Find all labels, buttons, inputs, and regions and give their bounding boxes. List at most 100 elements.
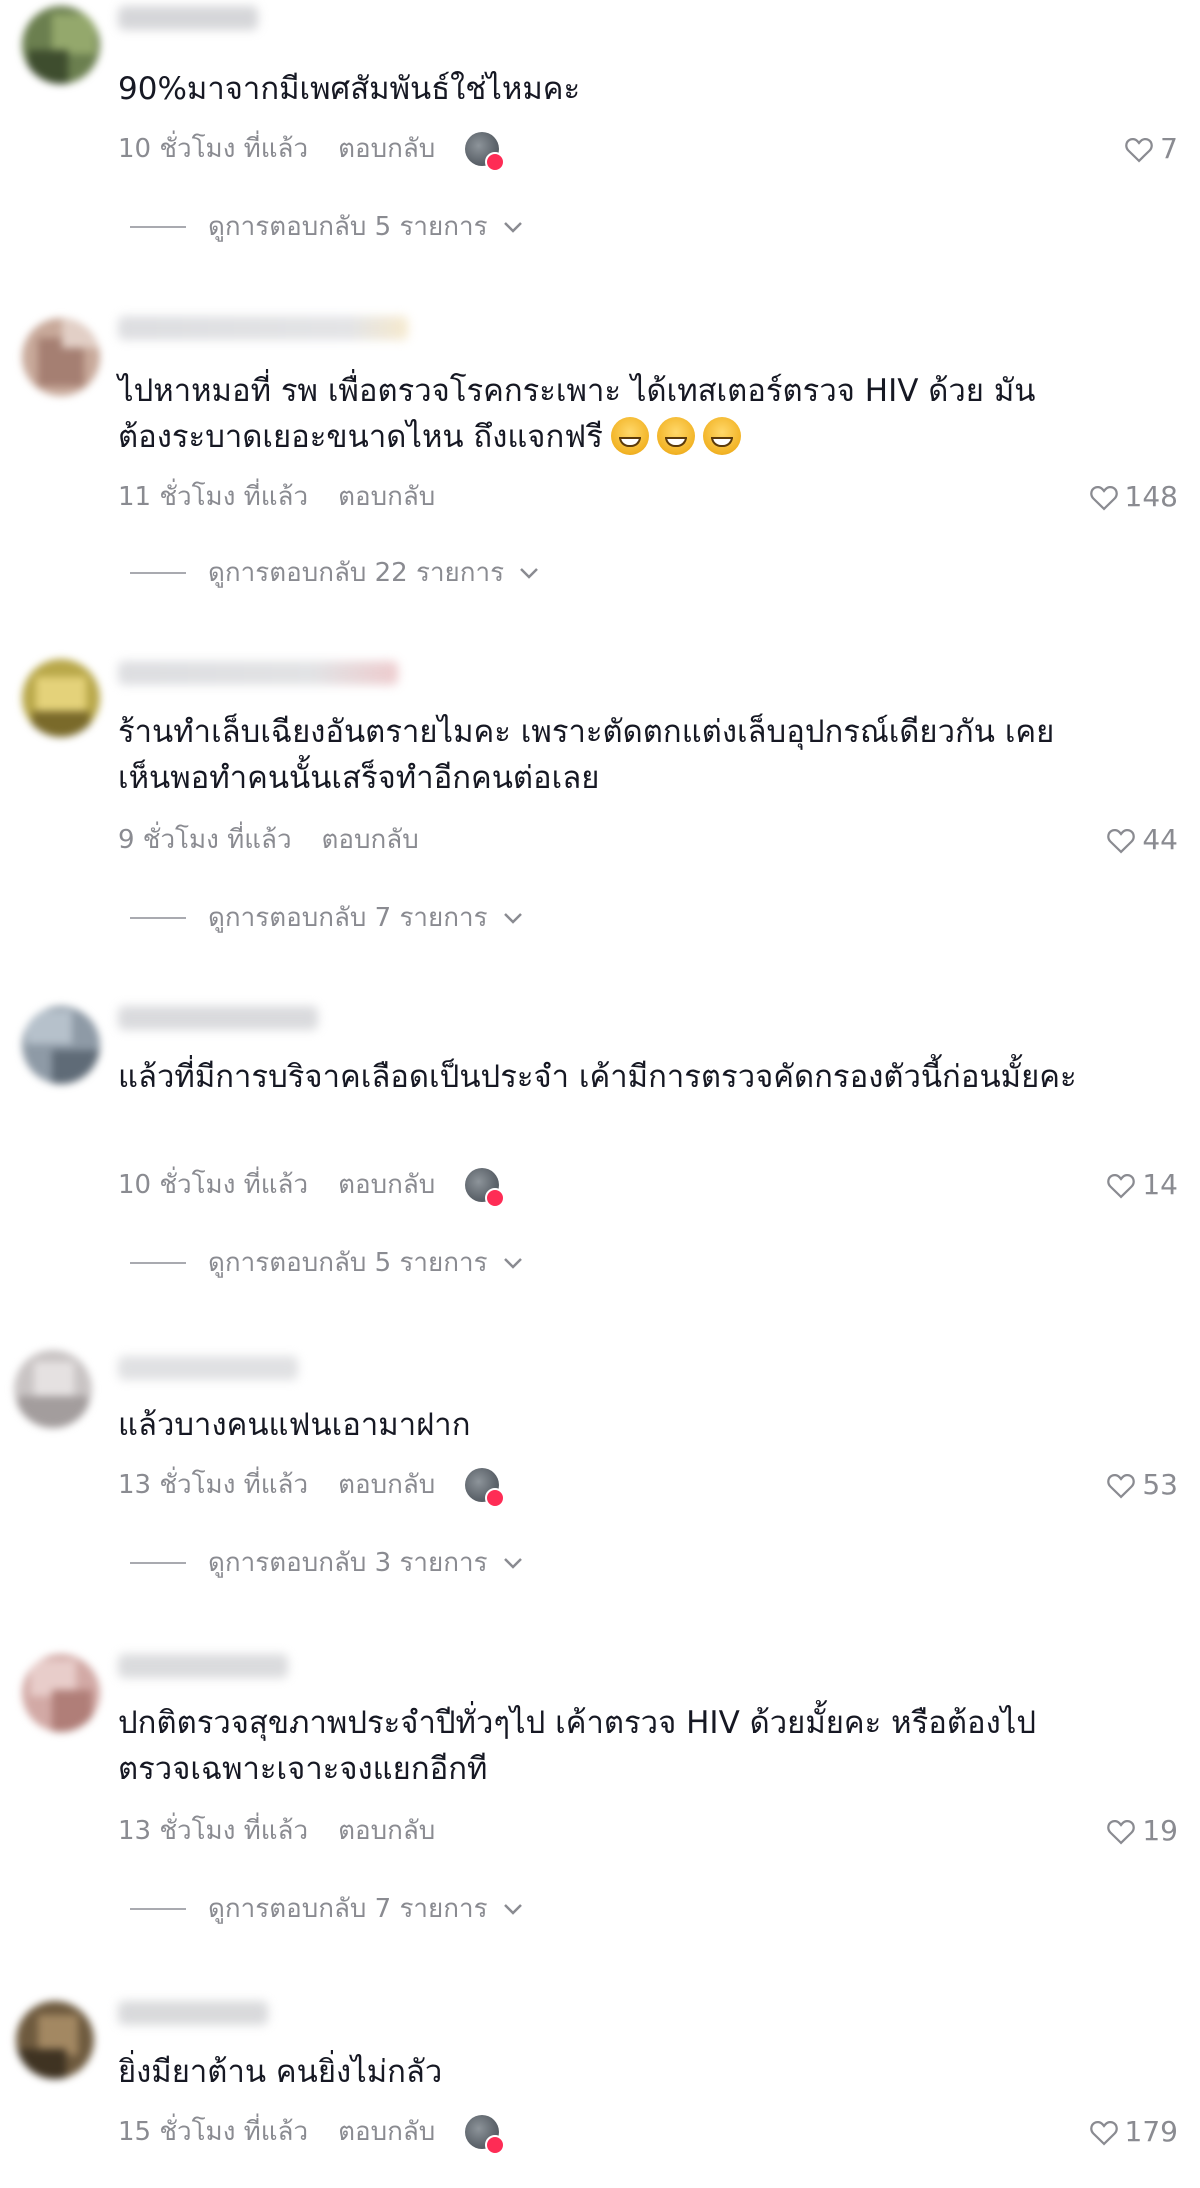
comment-text-content: ไปหาหมอที่ รพ เพื่อตรวจโรคกระเพาะ ได้เทส… (118, 373, 1036, 455)
grinning-sweat-emoji (610, 417, 649, 455)
comment-text: ยิ่งมียาต้าน คนยิ่งไม่กลัว (118, 2049, 1078, 2095)
comment-item: ปกติตรวจสุขภาพประจำปีทั่วๆไป เค้าตรวจ HI… (0, 1648, 1200, 1938)
divider-line (130, 1561, 186, 1564)
comment-text-content: แล้วที่มีการบริจาคเลือดเป็นประจำ เค้ามีก… (118, 1059, 1077, 1095)
reply-button[interactable]: ตอบกลับ (338, 476, 435, 517)
username-blurred[interactable] (118, 1006, 318, 1030)
reply-button[interactable]: ตอบกลับ (322, 819, 419, 860)
reply-button[interactable]: ตอบกลับ (338, 1810, 435, 1851)
divider-line (130, 1907, 186, 1910)
comment-meta: 13 ชั่วโมง ที่แล้ว ตอบกลับ (118, 1464, 506, 1508)
divider-line (130, 225, 186, 228)
like-button[interactable]: 148 (1089, 480, 1178, 513)
like-count: 7 (1160, 132, 1178, 165)
chevron-down-icon (503, 1557, 522, 1569)
like-count: 148 (1124, 480, 1178, 513)
avatar[interactable] (22, 6, 100, 84)
avatar[interactable] (22, 659, 100, 737)
heart-outline-icon (1107, 1173, 1136, 1198)
like-button[interactable]: 179 (1089, 2115, 1178, 2148)
heart-outline-icon (1107, 1473, 1136, 1498)
view-replies-label: ดูการตอบกลับ 22 รายการ (208, 558, 505, 588)
comment-text-content: 90%มาจากมีเพศสัมพันธ์ใช่ไหมคะ (118, 71, 581, 107)
view-replies-label: ดูการตอบกลับ 3 รายการ (208, 1548, 488, 1578)
reply-button[interactable]: ตอบกลับ (338, 1464, 435, 1505)
chevron-down-icon (503, 1903, 522, 1915)
like-count: 44 (1142, 823, 1178, 856)
comment-text: ปกติตรวจสุขภาพประจำปีทั่วๆไป เค้าตรวจ HI… (118, 1700, 1078, 1792)
username-blurred[interactable] (118, 316, 408, 340)
like-count: 14 (1142, 1168, 1178, 1201)
grinning-sweat-emoji (656, 417, 695, 455)
comment-meta: 11 ชั่วโมง ที่แล้ว ตอบกลับ (118, 476, 435, 517)
view-replies-button[interactable]: ดูการตอบกลับ 7 รายการ (130, 897, 524, 938)
view-replies-label: ดูการตอบกลับ 5 รายการ (208, 1248, 488, 1278)
comment-time: 13 ชั่วโมง ที่แล้ว (118, 1470, 309, 1500)
view-replies-button[interactable]: ดูการตอบกลับ 5 รายการ (130, 206, 524, 247)
like-button[interactable]: 44 (1106, 823, 1178, 856)
avatar[interactable] (22, 318, 100, 396)
creator-liked-icon (465, 2114, 506, 2155)
view-replies-label: ดูการตอบกลับ 7 รายการ (208, 903, 488, 933)
avatar[interactable] (22, 1006, 100, 1084)
comment-meta: 10 ชั่วโมง ที่แล้ว ตอบกลับ (118, 1164, 506, 1208)
divider-line (130, 571, 186, 574)
view-replies-label: ดูการตอบกลับ 5 รายการ (208, 212, 488, 242)
like-count: 19 (1142, 1814, 1178, 1847)
view-replies-button[interactable]: ดูการตอบกลับ 22 รายการ (130, 552, 540, 593)
avatar[interactable] (16, 2001, 94, 2079)
username-blurred[interactable] (118, 661, 398, 685)
comment-item: แล้วที่มีการบริจาคเลือดเป็นประจำ เค้ามีก… (0, 1000, 1200, 1290)
avatar[interactable] (14, 1350, 92, 1428)
comment-meta: 9 ชั่วโมง ที่แล้ว ตอบกลับ (118, 819, 419, 860)
comment-meta: 13 ชั่วโมง ที่แล้ว ตอบกลับ (118, 1810, 435, 1851)
chevron-down-icon (520, 567, 538, 579)
comment-item: ร้านทำเล็บเฉียงอันตรายไมคะ เพราะตัดตกแต่… (0, 655, 1200, 945)
like-button[interactable]: 53 (1106, 1468, 1178, 1501)
comment-text-content: ยิ่งมียาต้าน คนยิ่งไม่กลัว (118, 2054, 443, 2090)
creator-liked-icon (465, 1167, 506, 1208)
like-button[interactable]: 7 (1124, 132, 1178, 165)
chevron-down-icon (503, 912, 522, 924)
comment-meta: 15 ชั่วโมง ที่แล้ว ตอบกลับ (118, 2111, 506, 2155)
comment-text-content: ร้านทำเล็บเฉียงอันตรายไมคะ เพราะตัดตกแต่… (118, 714, 1055, 796)
comment-time: 11 ชั่วโมง ที่แล้ว (118, 482, 309, 512)
heart-outline-icon (1107, 1819, 1136, 1844)
divider-line (130, 1261, 186, 1264)
like-button[interactable]: 19 (1106, 1814, 1178, 1847)
comment-time: 10 ชั่วโมง ที่แล้ว (118, 134, 309, 164)
like-count: 179 (1124, 2115, 1178, 2148)
comment-text: แล้วที่มีการบริจาคเลือดเป็นประจำ เค้ามีก… (118, 1054, 1078, 1100)
creator-liked-icon (465, 1467, 506, 1508)
heart-outline-icon (1125, 137, 1153, 162)
creator-liked-icon (465, 131, 506, 172)
avatar[interactable] (22, 1654, 100, 1732)
grinning-sweat-emoji (702, 417, 741, 455)
chevron-down-icon (503, 1257, 522, 1269)
heart-outline-icon (1089, 485, 1118, 510)
view-replies-button[interactable]: ดูการตอบกลับ 7 รายการ (130, 1888, 524, 1929)
reply-button[interactable]: ตอบกลับ (338, 2111, 435, 2152)
comment-text-content: ปกติตรวจสุขภาพประจำปีทั่วๆไป เค้าตรวจ HI… (118, 1705, 1037, 1787)
view-replies-button[interactable]: ดูการตอบกลับ 3 รายการ (130, 1542, 524, 1583)
comment-text: ไปหาหมอที่ รพ เพื่อตรวจโรคกระเพาะ ได้เทส… (118, 368, 1078, 460)
divider-line (130, 916, 186, 919)
comment-item: 90%มาจากมีเพศสัมพันธ์ใช่ไหมคะ 10 ชั่วโมง… (0, 0, 1200, 250)
comment-text-content: แล้วบางคนแฟนเอามาฝาก (118, 1407, 471, 1443)
comment-text: แล้วบางคนแฟนเอามาฝาก (118, 1402, 1078, 1448)
reply-button[interactable]: ตอบกลับ (338, 128, 435, 169)
like-button[interactable]: 14 (1106, 1168, 1178, 1201)
comment-time: 10 ชั่วโมง ที่แล้ว (118, 1170, 309, 1200)
username-blurred[interactable] (118, 1356, 298, 1380)
username-blurred[interactable] (118, 6, 258, 30)
comment-meta: 10 ชั่วโมง ที่แล้ว ตอบกลับ (118, 128, 506, 172)
comment-item: ไปหาหมอที่ รพ เพื่อตรวจโรคกระเพาะ ได้เทส… (0, 310, 1200, 600)
heart-outline-icon (1107, 828, 1136, 853)
reply-button[interactable]: ตอบกลับ (338, 1164, 435, 1205)
view-replies-button[interactable]: ดูการตอบกลับ 5 รายการ (130, 1242, 524, 1283)
username-blurred[interactable] (118, 1654, 288, 1678)
comment-time: 13 ชั่วโมง ที่แล้ว (118, 1816, 309, 1846)
like-count: 53 (1142, 1468, 1178, 1501)
username-blurred[interactable] (118, 2001, 268, 2025)
comment-time: 15 ชั่วโมง ที่แล้ว (118, 2117, 309, 2147)
